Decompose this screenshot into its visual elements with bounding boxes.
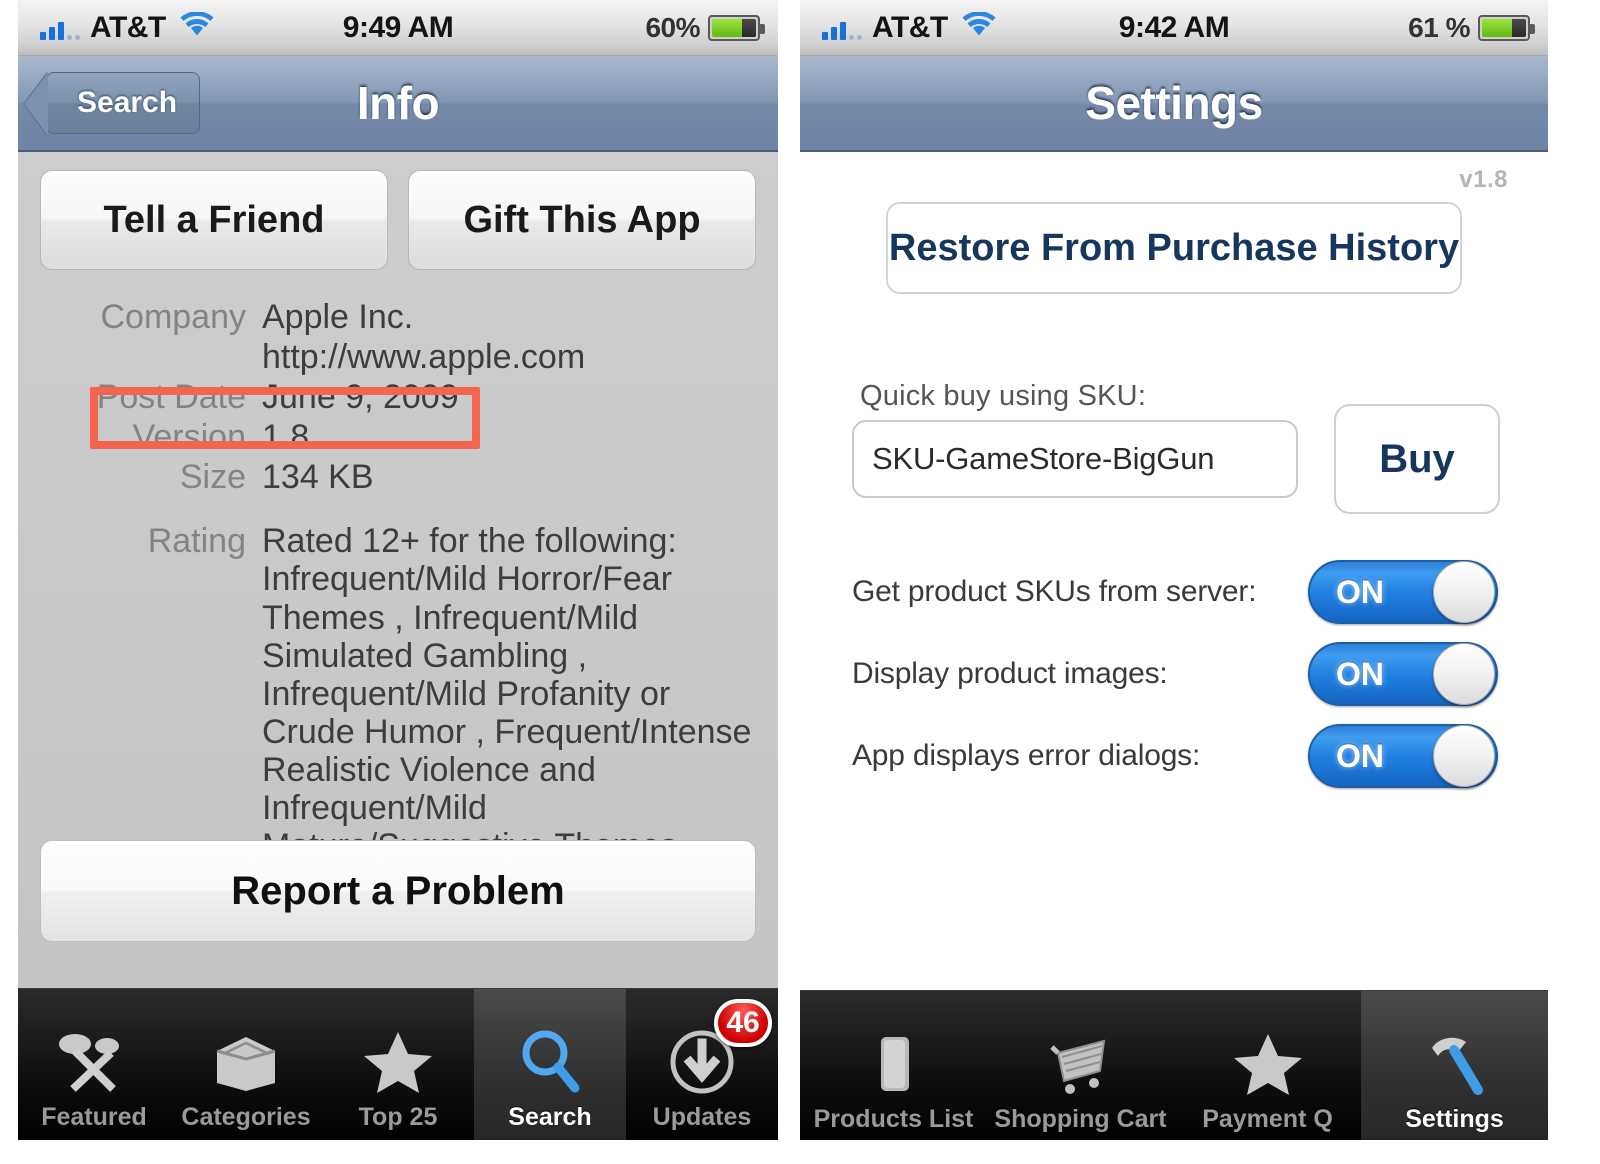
setting-row-display-images: Display product images: ON	[852, 642, 1498, 706]
magnifier-icon	[515, 1021, 585, 1103]
updates-badge: 46	[714, 999, 772, 1047]
report-a-problem-button[interactable]: Report a Problem	[40, 840, 756, 942]
info-label: Post Date	[96, 378, 246, 417]
gift-this-app-button[interactable]: Gift This App	[408, 170, 756, 270]
toggle-state-label: ON	[1336, 655, 1384, 692]
info-value: 1.8	[262, 418, 310, 457]
toggle-app-displays-error-dialogs[interactable]: ON	[1308, 724, 1498, 788]
tab-bar-right: Products List Shopping Cart Payment Q Se…	[800, 990, 1548, 1140]
phone-screen-info: AT&T 9:49 AM 60% Search Info Tell a Frie…	[18, 0, 778, 1140]
tab-search[interactable]: Search	[474, 989, 626, 1140]
tab-featured[interactable]: Featured	[18, 989, 170, 1140]
tab-settings[interactable]: Settings	[1361, 991, 1548, 1140]
tab-top-25[interactable]: Top 25	[322, 989, 474, 1140]
info-label: Version	[132, 418, 246, 457]
document-icon	[864, 1023, 924, 1105]
tab-categories[interactable]: Categories	[170, 989, 322, 1140]
info-row-size: Size 134 KB	[40, 458, 756, 496]
status-bar-left-group: AT&T	[800, 11, 996, 45]
battery-percent-label: 61 %	[1408, 11, 1470, 43]
sku-input[interactable]: SKU-GameStore-BigGun	[852, 420, 1298, 498]
tab-bar-left: Featured Categories Top 25 Search 46 Upd…	[18, 988, 778, 1140]
toggle-state-label: ON	[1336, 573, 1384, 610]
shopping-cart-icon	[1042, 1023, 1120, 1105]
info-value: June 9, 2009	[262, 378, 459, 417]
status-bar-right: AT&T 9:42 AM 61 %	[800, 0, 1548, 56]
phone-screen-settings: AT&T 9:42 AM 61 % Settings v1.8 Restore …	[800, 0, 1548, 1140]
toggle-knob	[1433, 643, 1495, 705]
app-info-table: Company Apple Inc. http://www.apple.com …	[40, 298, 756, 865]
star-icon	[361, 1021, 435, 1103]
setting-row-error-dialogs: App displays error dialogs: ON	[852, 724, 1498, 788]
info-row-rating: Rating Rated 12+ for the following: Infr…	[40, 522, 756, 865]
info-label	[40, 338, 262, 376]
info-row-post-date: Post Date June 9, 2009	[40, 378, 756, 416]
wifi-icon	[962, 11, 996, 43]
setting-label: Get product SKUs from server:	[852, 575, 1257, 608]
action-button-row: Tell a Friend Gift This App	[40, 170, 756, 270]
battery-percent-label: 60%	[645, 11, 700, 43]
setting-label: App displays error dialogs:	[852, 739, 1201, 772]
tab-label: Products List	[813, 1105, 974, 1133]
info-label: Size	[179, 458, 246, 497]
settings-content: v1.8 Restore From Purchase History Quick…	[800, 152, 1548, 990]
toggle-display-product-images[interactable]: ON	[1308, 642, 1498, 706]
signal-bars-icon	[822, 16, 862, 40]
tab-shopping-cart[interactable]: Shopping Cart	[987, 991, 1174, 1140]
tell-a-friend-button[interactable]: Tell a Friend	[40, 170, 388, 270]
carrier-label: AT&T	[872, 10, 948, 44]
info-label: Company	[100, 298, 246, 336]
info-content: Tell a Friend Gift This App Company Appl…	[18, 152, 778, 988]
battery-icon	[708, 14, 765, 41]
info-row-version: Version 1.8	[40, 418, 756, 456]
hammer-icon	[1420, 1023, 1490, 1105]
toggle-knob	[1433, 725, 1495, 787]
info-row-company: Company Apple Inc.	[40, 298, 756, 336]
toggle-get-skus-from-server[interactable]: ON	[1308, 560, 1498, 624]
tab-label: Updates	[652, 1103, 752, 1131]
toggle-state-label: ON	[1336, 737, 1384, 774]
signal-bars-icon	[40, 16, 80, 40]
star-icon	[1231, 1023, 1305, 1105]
tab-label: Top 25	[358, 1103, 438, 1131]
sku-field-label: Quick buy using SKU:	[860, 380, 1147, 412]
setting-row-get-skus: Get product SKUs from server: ON	[852, 560, 1498, 624]
nav-bar-left: Search Info	[18, 56, 778, 152]
back-button-search[interactable]: Search	[46, 72, 201, 134]
info-value-rating: Rated 12+ for the following: Infrequent/…	[262, 522, 752, 865]
buy-button[interactable]: Buy	[1334, 404, 1500, 514]
info-row-website: http://www.apple.com	[40, 338, 756, 376]
tab-label: Featured	[41, 1103, 147, 1131]
setting-label: Display product images:	[852, 657, 1168, 690]
status-bar-left: AT&T 9:49 AM 60%	[18, 0, 778, 56]
tab-label: Categories	[181, 1103, 311, 1131]
page-title-settings: Settings	[1085, 77, 1263, 129]
toggle-knob	[1433, 561, 1495, 623]
status-bar-right-group: 61 %	[1408, 12, 1548, 44]
battery-icon	[1478, 14, 1535, 41]
screenshot-stage: AT&T 9:49 AM 60% Search Info Tell a Frie…	[0, 0, 1600, 1164]
status-bar-right-group: 60%	[645, 12, 778, 44]
version-label: v1.8	[1459, 166, 1508, 193]
tab-payment-q[interactable]: Payment Q	[1174, 991, 1361, 1140]
tab-products-list[interactable]: Products List	[800, 991, 987, 1140]
tab-updates[interactable]: 46 Updates	[626, 989, 778, 1140]
tab-label: Shopping Cart	[994, 1105, 1167, 1133]
tab-label: Search	[508, 1103, 592, 1131]
wifi-icon	[180, 11, 214, 43]
nav-bar-right: Settings	[800, 56, 1548, 152]
tab-label: Settings	[1405, 1105, 1504, 1133]
status-bar-left-group: AT&T	[18, 11, 214, 45]
info-value: 134 KB	[262, 458, 374, 497]
spotlights-icon	[55, 1021, 133, 1103]
info-value-url[interactable]: http://www.apple.com	[262, 338, 756, 376]
restore-from-purchase-history-button[interactable]: Restore From Purchase History	[886, 202, 1462, 294]
carrier-label: AT&T	[90, 10, 166, 44]
box-icon	[209, 1021, 283, 1103]
info-value: Apple Inc.	[262, 298, 414, 336]
info-label-rating: Rating	[147, 522, 246, 561]
tab-label: Payment Q	[1202, 1105, 1333, 1133]
